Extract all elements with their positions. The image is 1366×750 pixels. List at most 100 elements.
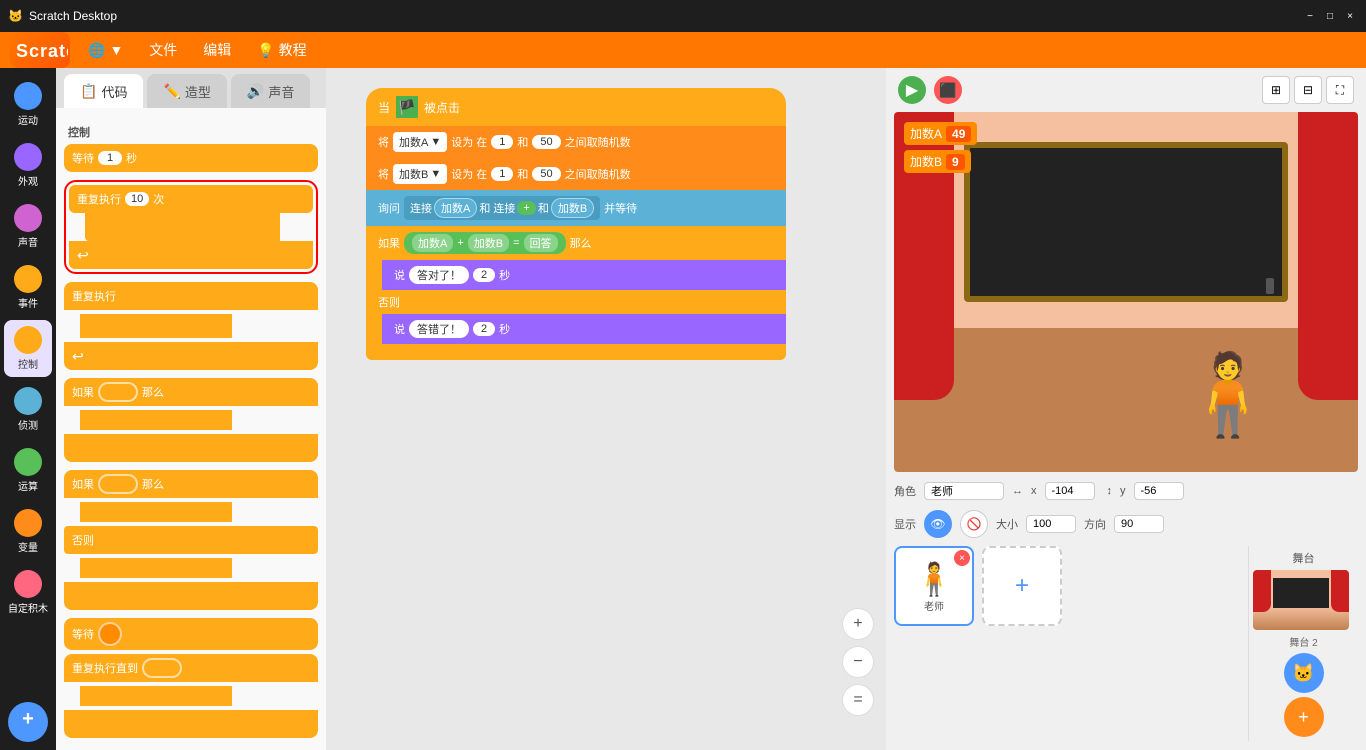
close-button[interactable]: ×: [1342, 8, 1358, 24]
section-title: 控制: [68, 124, 318, 140]
hide-button[interactable]: 🚫: [960, 510, 988, 538]
zoom-out-button[interactable]: −: [842, 646, 874, 678]
file-menu[interactable]: 文件: [141, 36, 185, 64]
if-then-block[interactable]: 如果 那么: [64, 378, 318, 406]
sidebar-item-sensing[interactable]: 侦测: [4, 381, 52, 438]
stage-bottom: 角色 ↔ x ↕ y 显示 👁 🚫 大小 方向: [886, 472, 1366, 750]
backdrop-label: 舞台: [1253, 550, 1354, 566]
menubar: Scratch 🌐 ▼ 文件 编辑 💡 教程: [0, 32, 1366, 68]
if-block-header[interactable]: 如果 加数A + 加数B = 回答 那么: [366, 226, 786, 260]
maximize-button[interactable]: □: [1322, 8, 1338, 24]
backdrop-thumbnail[interactable]: [1253, 570, 1349, 630]
show-label: 显示: [894, 516, 916, 532]
backdrop-count: 舞台 2: [1253, 634, 1354, 649]
stage-view: 🧍 加数A 49 加数B 9: [894, 112, 1358, 472]
add-extension-button[interactable]: +: [8, 702, 48, 742]
size-input[interactable]: [1026, 515, 1076, 533]
stage-header: ▶ ⬛ ⊞ ⊟ ⛶: [886, 68, 1366, 112]
size-label: 大小: [996, 516, 1018, 532]
repeat-until-block[interactable]: 重复执行直到: [64, 654, 318, 682]
cat-button[interactable]: 🐱: [1284, 653, 1324, 693]
sidebar-item-motion[interactable]: 运动: [4, 76, 52, 133]
zoom-reset-button[interactable]: =: [842, 684, 874, 716]
dir-label: 方向: [1084, 516, 1106, 532]
wait-block[interactable]: 等待 1 秒: [64, 144, 318, 172]
sidebar-item-custom[interactable]: 自定积木: [4, 564, 52, 621]
app-title-text: Scratch Desktop: [29, 9, 117, 23]
stage-small-button[interactable]: ⊞: [1262, 76, 1290, 104]
edit-menu[interactable]: 编辑: [195, 36, 239, 64]
minimize-button[interactable]: −: [1302, 8, 1318, 24]
say-correct-block[interactable]: 说 答对了！ 2 秒: [382, 260, 786, 290]
sidebar-item-variables[interactable]: 变量: [4, 503, 52, 560]
tab-code[interactable]: 📋 代码: [64, 74, 143, 108]
blocks-panel: 📋 代码 ✏️ 造型 🔊 声音 控制: [56, 68, 326, 750]
tutorial-menu-label: 💡 教程: [257, 40, 306, 60]
dir-input[interactable]: [1114, 515, 1164, 533]
sidebar-item-looks[interactable]: 外观: [4, 137, 52, 194]
repeat-forever-block[interactable]: 重复执行: [64, 282, 318, 310]
left-sidebar: 运动 外观 声音 事件 控制 侦测: [0, 68, 56, 750]
tab-sound[interactable]: 🔊 声音: [231, 74, 310, 108]
repeat-10-cap: ↩: [69, 241, 313, 269]
content: 运动 外观 声音 事件 控制 侦测: [0, 68, 1366, 750]
app-icon: 🐱: [8, 9, 23, 23]
repeat-highlighted-block: 重复执行 10 次 ↩: [64, 180, 318, 274]
scratch-logo: Scratch: [10, 32, 70, 68]
stage-area: ▶ ⬛ ⊞ ⊟ ⛶: [886, 68, 1366, 750]
var-b-display: 加数B 9: [904, 150, 971, 173]
sprite-props-row2: 显示 👁 🚫 大小 方向: [894, 506, 1358, 542]
else-label: 否则: [366, 290, 786, 314]
if-else-block[interactable]: 如果 那么: [64, 470, 318, 498]
stop-button[interactable]: ⬛: [934, 76, 962, 104]
tutorial-menu[interactable]: 💡 教程: [249, 36, 314, 64]
green-flag-button[interactable]: ▶: [898, 76, 926, 104]
sidebar-item-operators[interactable]: 运算: [4, 442, 52, 499]
main-script: 当 🏴 被点击 将 加数A▼ 设为 在 1 和 50 之间取随机数: [366, 88, 786, 360]
sprite-item-teacher[interactable]: × 🧍 老师: [894, 546, 974, 626]
stage-panel: 舞台 舞台 2 🐱 +: [1248, 546, 1358, 741]
window-controls: − □ ×: [1302, 8, 1358, 24]
svg-text:Scratch: Scratch: [16, 41, 68, 61]
zoom-in-button[interactable]: +: [842, 608, 874, 640]
globe-arrow: ▼: [109, 42, 123, 58]
tab-bar: 📋 代码 ✏️ 造型 🔊 声音: [56, 68, 326, 108]
sidebar-item-sound[interactable]: 声音: [4, 198, 52, 255]
role-label: 角色: [894, 483, 916, 499]
say-wrong-block[interactable]: 说 答错了！ 2 秒: [382, 314, 786, 344]
repeat-10-block[interactable]: 重复执行 10 次: [69, 185, 313, 213]
sidebar-item-control[interactable]: 控制: [4, 320, 52, 377]
sprite-delete-button[interactable]: ×: [954, 550, 970, 566]
app-title: 🐱 Scratch Desktop: [8, 9, 117, 23]
globe-menu[interactable]: 🌐 ▼: [80, 38, 131, 63]
set-varb-block[interactable]: 将 加数B▼ 设为 在 1 和 50 之间取随机数: [366, 158, 786, 190]
curtain-right: [1298, 112, 1358, 400]
ask-block[interactable]: 询问 连接 加数A 和 连接 + 和 加数B 并等待: [366, 190, 786, 226]
role-name-input[interactable]: [924, 482, 1004, 500]
x-input[interactable]: [1045, 482, 1095, 500]
code-area: 当 🏴 被点击 将 加数A▼ 设为 在 1 和 50 之间取随机数: [326, 68, 886, 750]
sprite-list-area: × 🧍 老师 + 舞台: [894, 546, 1358, 741]
add-backdrop-button[interactable]: +: [1284, 697, 1324, 737]
add-sprite-button[interactable]: +: [982, 546, 1062, 626]
blocks-content: 控制 等待 1 秒 重复执行 10 次: [56, 108, 326, 750]
blocks-list: 控制 等待 1 秒 重复执行 10 次: [56, 108, 326, 750]
sidebar-item-events[interactable]: 事件: [4, 259, 52, 316]
sprite-column: × 🧍 老师 +: [894, 546, 1240, 626]
if-else-mid: 否则: [64, 526, 318, 554]
file-menu-label: 文件: [149, 40, 177, 60]
tab-costume[interactable]: ✏️ 造型: [147, 74, 226, 108]
app: Scratch 🌐 ▼ 文件 编辑 💡 教程 运动 外观: [0, 32, 1366, 728]
if-else-cap: [64, 582, 318, 610]
wait-until-block[interactable]: 等待: [64, 618, 318, 650]
stage-medium-button[interactable]: ⊟: [1294, 76, 1322, 104]
set-vara-block[interactable]: 将 加数A▼ 设为 在 1 和 50 之间取随机数: [366, 126, 786, 158]
sprite-props: 角色 ↔ x ↕ y: [894, 476, 1358, 506]
hat-block[interactable]: 当 🏴 被点击: [366, 88, 786, 126]
y-input[interactable]: [1134, 482, 1184, 500]
if-then-cap: [64, 434, 318, 462]
globe-icon: 🌐: [88, 42, 105, 59]
repeat-forever-cap: ↩: [64, 342, 318, 370]
stage-fullscreen-button[interactable]: ⛶: [1326, 76, 1354, 104]
show-button[interactable]: 👁: [924, 510, 952, 538]
